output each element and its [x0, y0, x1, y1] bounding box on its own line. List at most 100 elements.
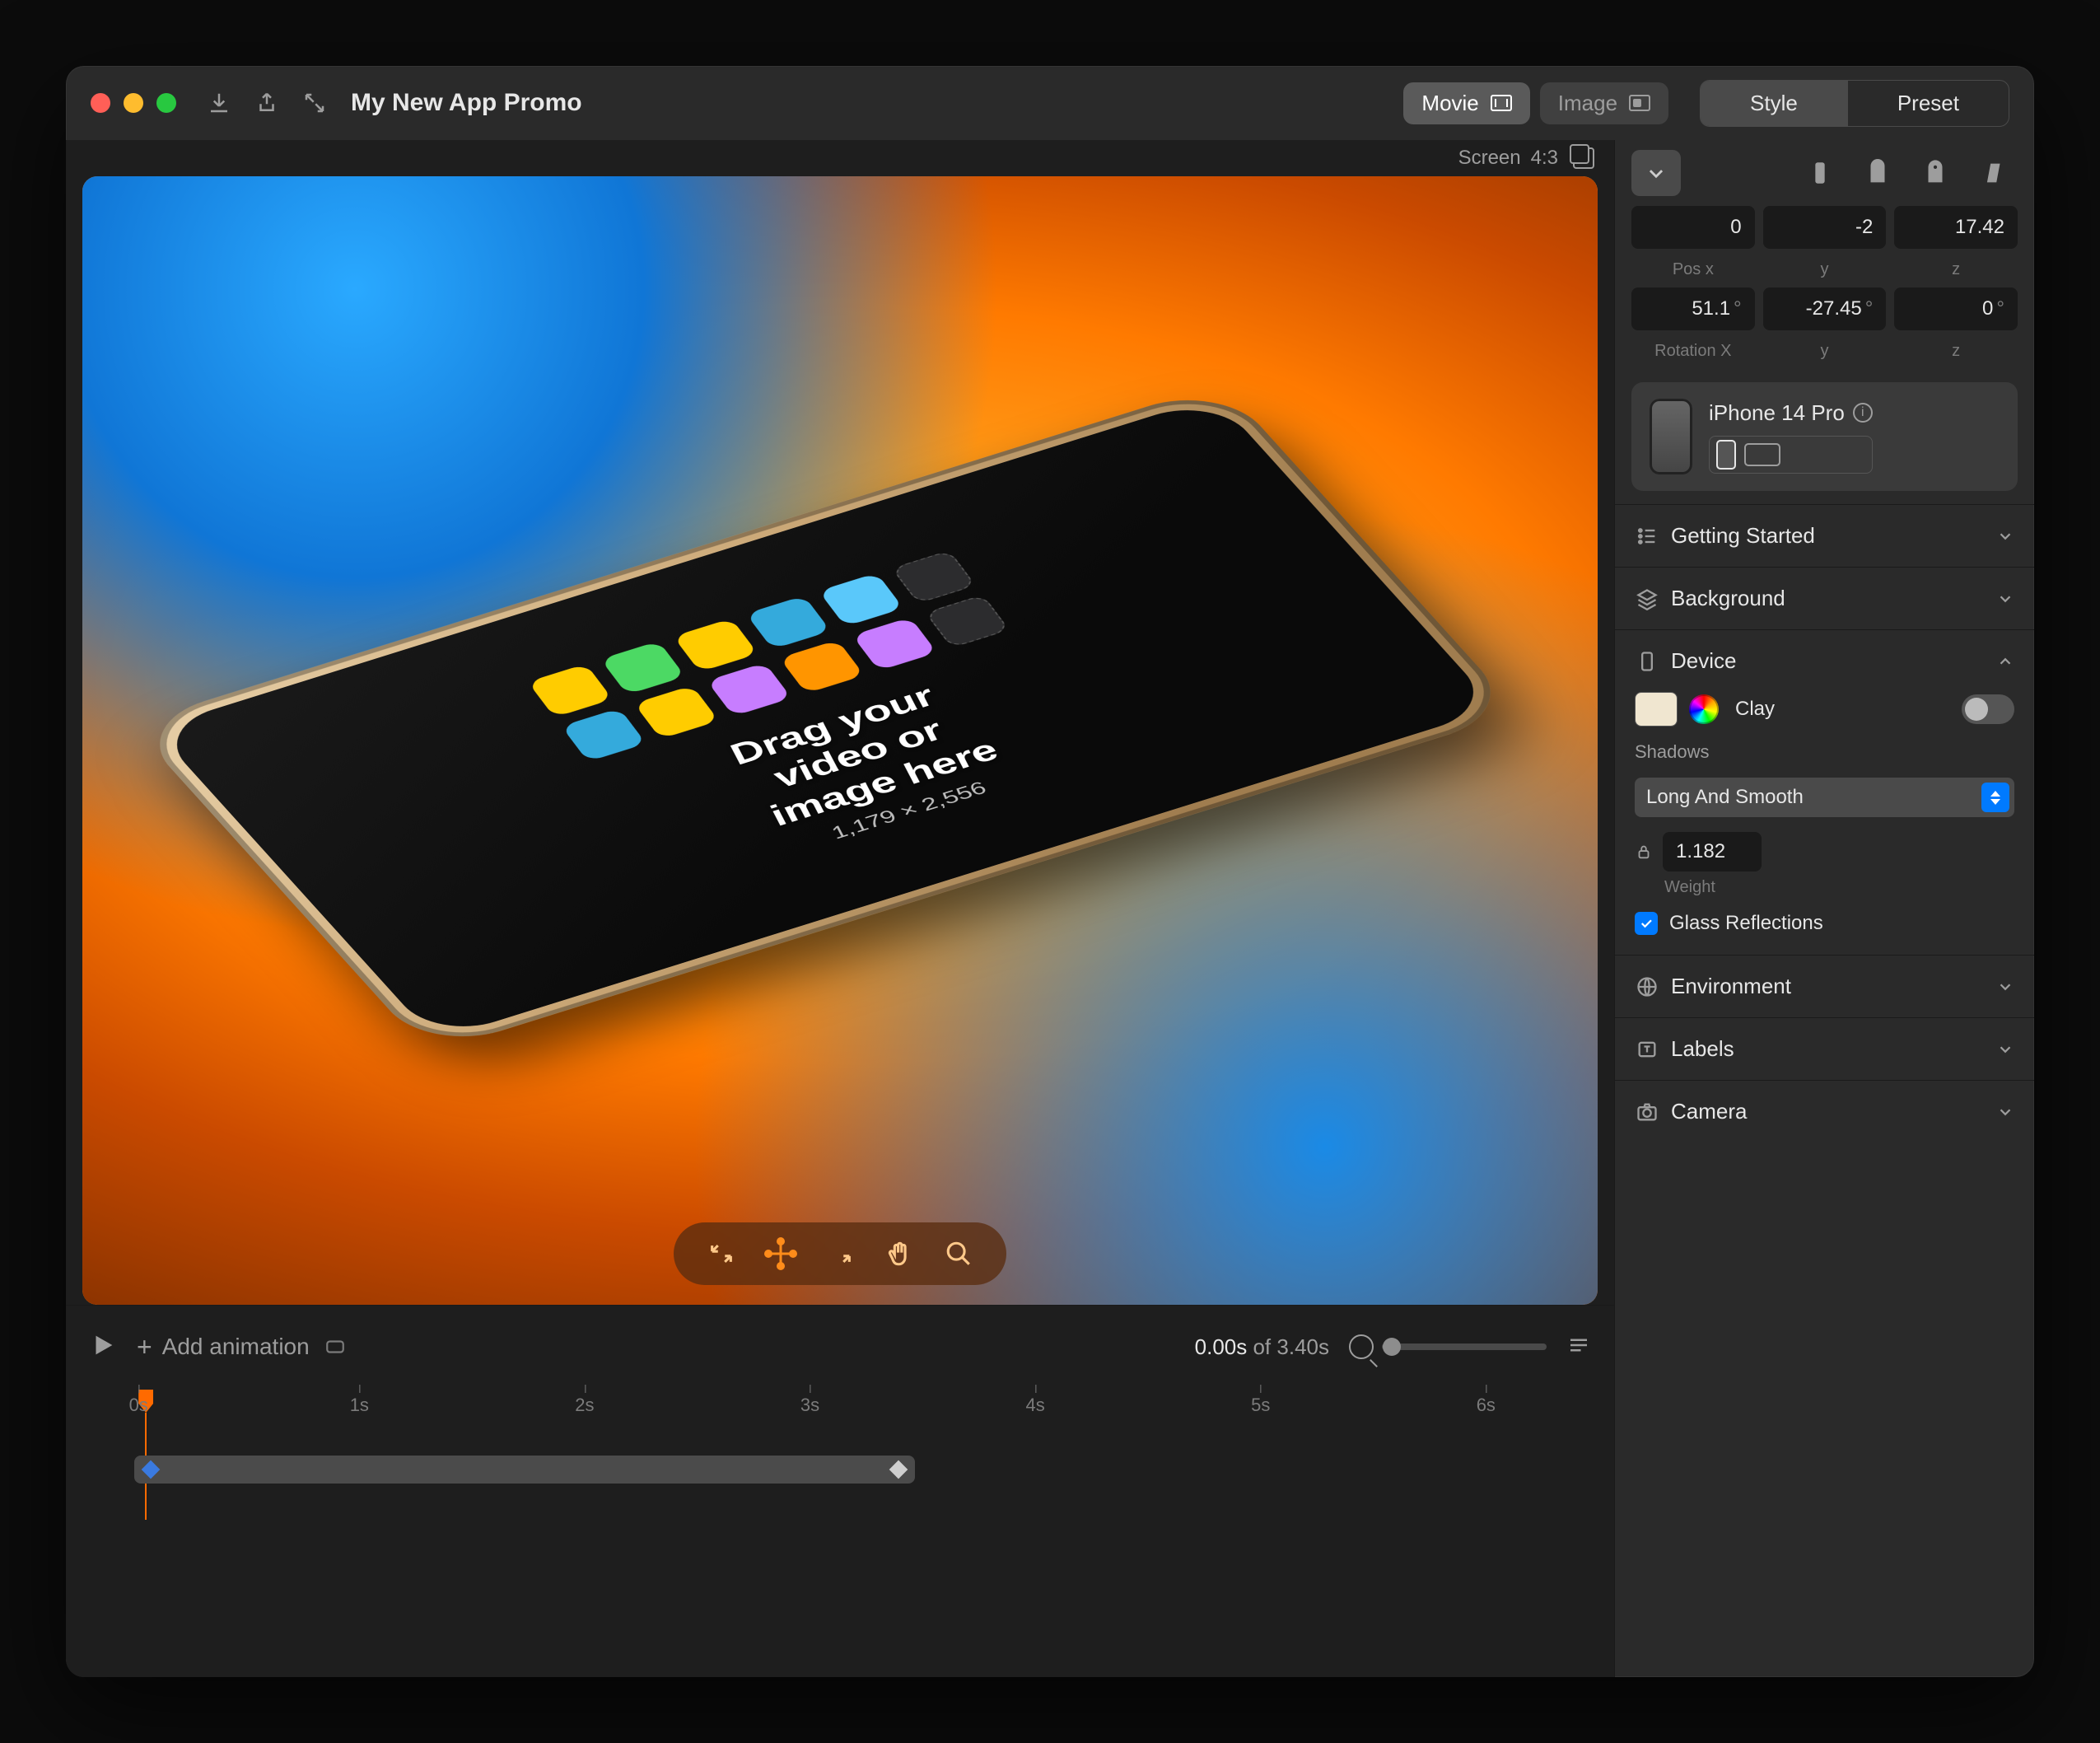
color-picker-icon[interactable] [1689, 694, 1719, 724]
shape-rounded-icon[interactable] [1853, 150, 1902, 196]
timeline: + Add animation 0.00s of 3.40s [66, 1305, 1614, 1610]
section-labels[interactable]: Labels [1615, 1018, 2034, 1080]
rotation-fields: 51.1° -27.45° 0° [1615, 287, 2034, 340]
play-button[interactable] [89, 1331, 117, 1363]
rot-z-field[interactable]: 0° [1894, 287, 2018, 330]
inspector-tabs: Style Preset [1700, 80, 2009, 127]
expand-icon[interactable] [298, 86, 331, 119]
zoom-tool-icon[interactable] [940, 1236, 977, 1272]
globe-icon [1635, 974, 1659, 999]
animation-track[interactable] [89, 1447, 1591, 1497]
phone-icon [1635, 649, 1659, 674]
chevron-up-icon [1996, 652, 2014, 671]
timeline-ruler[interactable]: 0s 1s 2s 3s 4s 5s 6s [89, 1395, 1591, 1436]
section-getting-started[interactable]: Getting Started [1615, 505, 2034, 567]
canvas-background: Drag your video or image here 1,179 × 2,… [82, 176, 1598, 1305]
copy-aspect-icon[interactable] [1573, 147, 1594, 169]
collapse-icon[interactable] [1631, 150, 1681, 196]
zoom-slider[interactable] [1382, 1343, 1547, 1350]
chevron-down-icon [1996, 1103, 2014, 1121]
rot-y-field[interactable]: -27.45° [1763, 287, 1887, 330]
device-shape-row [1615, 140, 2034, 206]
window-controls [91, 93, 176, 113]
position-fields: 0 -2 17.42 [1615, 206, 2034, 259]
minimize-window-button[interactable] [124, 93, 143, 113]
keyframe-end[interactable] [889, 1460, 908, 1479]
section-environment[interactable]: Environment [1615, 956, 2034, 1017]
maximize-window-button[interactable] [156, 93, 176, 113]
rot-x-field[interactable]: 51.1° [1631, 287, 1755, 330]
canvas-header: Screen 4:3 [66, 140, 1614, 176]
timeline-zoom [1349, 1334, 1547, 1359]
plus-icon: + [137, 1332, 152, 1362]
zoom-icon[interactable] [1349, 1334, 1374, 1359]
canvas[interactable]: Drag your video or image here 1,179 × 2,… [82, 176, 1598, 1305]
pos-y-field[interactable]: -2 [1763, 206, 1887, 249]
app-window: My New App Promo Movie Image Style Prese… [66, 66, 2034, 1677]
shape-camera-icon[interactable] [1911, 150, 1960, 196]
keyframe-start[interactable] [141, 1460, 160, 1479]
glass-reflections-checkbox[interactable]: Glass Reflections [1635, 912, 2014, 935]
add-animation-button[interactable]: + Add animation [137, 1332, 346, 1362]
device-color-swatch[interactable] [1635, 692, 1678, 727]
shape-phone-icon[interactable] [1795, 150, 1845, 196]
checkbox-checked-icon [1635, 912, 1658, 935]
weight-field[interactable]: 1.182 [1663, 832, 1762, 872]
titlebar: My New App Promo Movie Image Style Prese… [66, 66, 2034, 140]
section-background[interactable]: Background [1615, 568, 2034, 629]
orientation-toggle [1709, 436, 1873, 474]
layers-icon [1635, 586, 1659, 611]
device-screen[interactable]: Drag your video or image here 1,179 × 2,… [153, 396, 1497, 1040]
tab-style[interactable]: Style [1701, 81, 1847, 126]
timeline-list-icon[interactable] [1566, 1333, 1591, 1362]
device-thumbnail [1650, 399, 1692, 474]
timeline-header: + Add animation 0.00s of 3.40s [89, 1322, 1591, 1372]
shape-skew-icon[interactable] [1968, 150, 2018, 196]
chevron-down-icon [1996, 978, 2014, 996]
section-camera[interactable]: Camera [1615, 1081, 2034, 1143]
tab-preset[interactable]: Preset [1847, 81, 2009, 126]
device-mockup[interactable]: Drag your video or image here 1,179 × 2,… [131, 383, 1519, 1054]
movie-icon [1491, 95, 1512, 111]
movie-mode-button[interactable]: Movie [1403, 82, 1529, 124]
document-title: My New App Promo [351, 89, 582, 117]
camera-icon [1635, 1100, 1659, 1124]
chevron-down-icon [1996, 590, 2014, 608]
image-mode-button[interactable]: Image [1540, 82, 1668, 124]
clay-label: Clay [1735, 698, 1775, 721]
output-mode-toggle: Movie Image [1403, 82, 1668, 124]
weight-label: Weight [1664, 878, 2014, 897]
landscape-button[interactable] [1744, 443, 1780, 466]
canvas-toolbar [674, 1222, 1006, 1285]
list-icon [1635, 524, 1659, 549]
clay-toggle[interactable] [1962, 694, 2014, 724]
portrait-button[interactable] [1716, 440, 1736, 470]
move-tool[interactable] [763, 1236, 799, 1272]
chevron-down-icon [1996, 527, 2014, 545]
device-name-label: iPhone 14 Pro [1709, 400, 1845, 426]
share-icon[interactable] [250, 86, 283, 119]
animation-clip[interactable] [134, 1456, 915, 1484]
close-window-button[interactable] [91, 93, 110, 113]
aspect-ratio[interactable]: 4:3 [1531, 147, 1558, 170]
lock-icon[interactable] [1635, 843, 1653, 861]
shadows-select[interactable]: Long And Smooth [1635, 778, 2014, 817]
section-device[interactable]: Device [1615, 630, 2034, 692]
device-section-body: Clay Shadows Long And Smooth 1.182 Weigh… [1615, 692, 2034, 955]
chevron-down-icon [1996, 1040, 2014, 1058]
left-pane: Screen 4:3 Drag your [66, 140, 1614, 1677]
pan-tool-icon[interactable] [881, 1236, 917, 1272]
pos-x-field[interactable]: 0 [1631, 206, 1755, 249]
info-icon[interactable]: i [1853, 403, 1873, 423]
text-icon [1635, 1037, 1659, 1062]
download-icon[interactable] [203, 86, 236, 119]
image-icon [1629, 95, 1650, 111]
time-counter: 0.00s of 3.40s [1195, 1334, 1329, 1360]
rotate-icon[interactable] [822, 1236, 858, 1272]
movie-mode-label: Movie [1421, 91, 1478, 116]
animation-chip-icon [324, 1336, 346, 1357]
device-card[interactable]: iPhone 14 Pro i [1631, 382, 2018, 491]
screen-label: Screen [1458, 147, 1521, 170]
fit-icon[interactable] [703, 1236, 740, 1272]
pos-z-field[interactable]: 17.42 [1894, 206, 2018, 249]
